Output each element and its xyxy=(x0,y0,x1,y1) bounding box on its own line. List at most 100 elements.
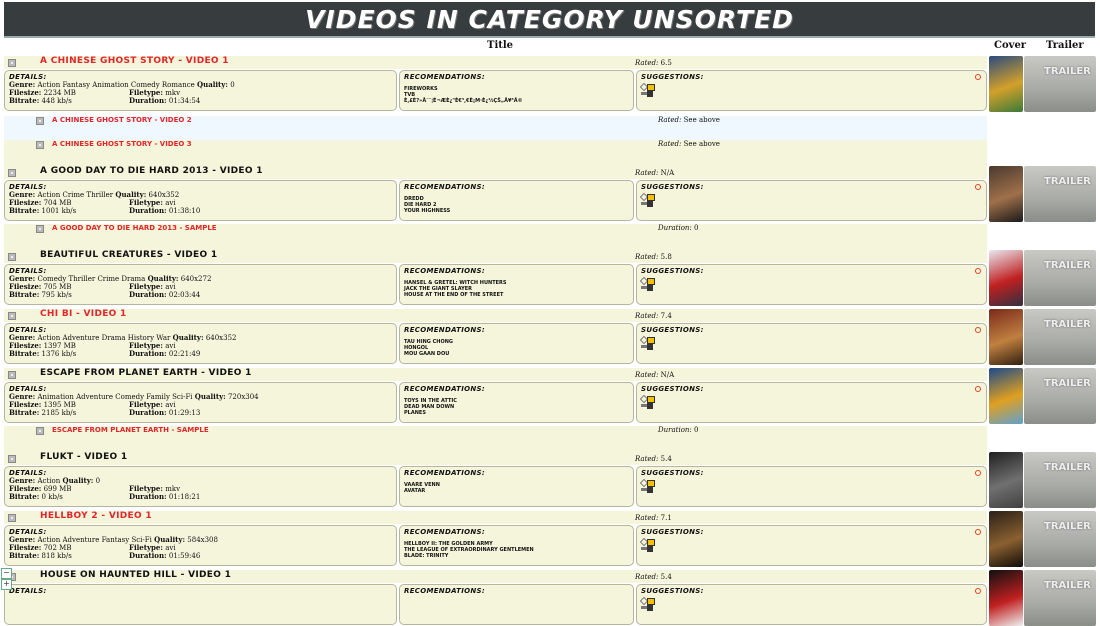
refresh-icon[interactable] xyxy=(975,529,981,535)
cover-image[interactable] xyxy=(989,250,1023,306)
trailer-thumbnail[interactable]: TRAILER xyxy=(1024,166,1096,222)
video-title-link[interactable]: Hellboy 2 - Video 1 xyxy=(40,511,152,521)
video-part-link[interactable]: A Good Day To Die Hard 2013 - Sample xyxy=(52,224,217,232)
filesize-value: 1395 MB xyxy=(43,401,76,409)
refresh-icon[interactable] xyxy=(975,327,981,333)
details-row-genre: Genre: Action Quality: 0 xyxy=(9,477,392,486)
video-title-link[interactable]: Beautiful Creatures - Video 1 xyxy=(40,250,217,260)
refresh-icon[interactable] xyxy=(975,470,981,476)
suggestion-icons[interactable] xyxy=(639,537,655,555)
refresh-icon[interactable] xyxy=(975,386,981,392)
suggestion-icons[interactable] xyxy=(639,335,655,353)
video-title-link[interactable]: House On Haunted Hill - Video 1 xyxy=(40,570,231,580)
suggestions-heading: Suggestions: xyxy=(641,267,704,275)
cover-image[interactable] xyxy=(989,452,1023,508)
recommendation-link[interactable]: Blade: Trinity xyxy=(404,553,629,559)
expand-toggle-icon[interactable] xyxy=(8,514,16,522)
recommendation-link[interactable]: Mou Gaan Dou xyxy=(404,351,629,357)
duration-cell: Duration: 01:18:21 xyxy=(129,493,200,502)
trailer-thumbnail[interactable]: TRAILER xyxy=(1024,570,1096,626)
recommendations-panel: Recomendations: Tau Hing Chong Hongol Mou G… xyxy=(399,323,634,364)
filetype-value: mkv xyxy=(165,485,181,493)
recommendations-panel: Recomendations: Fireworks Tvb è,£è?»å¨¨¦é¬Æ… xyxy=(399,70,634,111)
trailer-thumbnail[interactable]: TRAILER xyxy=(1024,452,1096,508)
video-title-link[interactable]: A Chinese Ghost Story - Video 1 xyxy=(40,56,229,66)
duration-cell: Duration: 02:21:49 xyxy=(129,349,200,359)
duration-label: Duration: xyxy=(129,551,167,560)
expand-toggle-icon[interactable] xyxy=(8,455,16,463)
video-row: Hellboy 2 - Video 1 Rated: 7.1 xyxy=(4,511,987,524)
details-row-bitrate: Bitrate: 1001 kb/s Duration: 01:38:10 xyxy=(9,207,392,216)
bitrate-value: 2185 kb/s xyxy=(41,409,77,417)
suggestion-icons[interactable] xyxy=(639,394,655,412)
details-row-genre: Genre: Comedy Thriller Crime Drama Quali… xyxy=(9,275,392,284)
duration-value: 01:38:10 xyxy=(168,207,201,215)
cover-image[interactable] xyxy=(989,56,1023,112)
suggestion-icons[interactable] xyxy=(639,596,655,614)
trailer-thumbnail[interactable]: TRAILER xyxy=(1024,368,1096,424)
expand-toggle-icon[interactable] xyxy=(8,371,16,379)
suggestion-icons[interactable] xyxy=(639,192,655,210)
recommendation-link[interactable]: House At The End Of The Street xyxy=(404,292,629,298)
video-part-link[interactable]: Escape From Planet Earth - Sample xyxy=(52,426,209,434)
suggestion-icons[interactable] xyxy=(639,276,655,294)
video-rating: Rated: N/A xyxy=(635,169,674,177)
video-part-link[interactable]: A Chinese Ghost Story - Video 3 xyxy=(52,140,192,148)
suggestions-panel: Suggestions: xyxy=(636,525,987,566)
collapse-all-button[interactable]: − xyxy=(1,568,12,579)
video-title-link[interactable]: Escape From Planet Earth - Video 1 xyxy=(40,368,252,378)
details-row-bitrate: Bitrate: 2185 kb/s Duration: 01:29:13 xyxy=(9,409,392,418)
refresh-icon[interactable] xyxy=(975,268,981,274)
refresh-icon[interactable] xyxy=(975,588,981,594)
recommendations-panel: Recomendations: Vaare Venn Avatar xyxy=(399,466,634,507)
filesize-value: 699 MB xyxy=(43,485,72,493)
expand-toggle-icon[interactable] xyxy=(36,141,44,149)
video-row: A Good Day To Die Hard 2013 - Video 1 Rat… xyxy=(4,166,987,179)
trailer-thumbnail[interactable]: TRAILER xyxy=(1024,511,1096,567)
video-title-link[interactable]: Flukt - Video 1 xyxy=(40,452,127,462)
cover-image[interactable] xyxy=(989,511,1023,567)
trailer-thumbnail[interactable]: TRAILER xyxy=(1024,250,1096,306)
expand-toggle-icon[interactable] xyxy=(36,225,44,233)
recommendations-list: Dredd Die Hard 2 Your Highness xyxy=(404,196,629,214)
cover-image[interactable] xyxy=(989,166,1023,222)
expand-toggle-icon[interactable] xyxy=(8,312,16,320)
expand-toggle-icon[interactable] xyxy=(8,59,16,67)
rated-value: N/A xyxy=(660,169,675,177)
expand-toggle-icon[interactable] xyxy=(8,253,16,261)
video-title-link[interactable]: Chi Bi - Video 1 xyxy=(40,309,127,319)
expand-toggle-icon[interactable] xyxy=(8,169,16,177)
expand-toggle-icon[interactable] xyxy=(36,427,44,435)
quality-value: 640x272 xyxy=(180,275,212,283)
trailer-label: TRAILER xyxy=(1044,580,1091,591)
suggestions-panel: Suggestions: xyxy=(636,584,987,625)
expand-toggle-icon[interactable] xyxy=(36,117,44,125)
refresh-icon[interactable] xyxy=(975,74,981,80)
suggestion-icons[interactable] xyxy=(639,478,655,496)
recommendation-link[interactable]: è,£è?»å¨¨¦é¬ÆÈ¿"è€³,€è¡µ·è¿½çš„å¥³ä© xyxy=(404,98,629,104)
suggestion-source-icon xyxy=(647,337,655,344)
recommendation-link[interactable]: Your Highness xyxy=(404,208,629,214)
video-part-link[interactable]: A Chinese Ghost Story - Video 2 xyxy=(52,116,192,124)
trailer-thumbnail[interactable]: TRAILER xyxy=(1024,56,1096,112)
recommendation-link[interactable]: Avatar xyxy=(404,488,629,494)
subrow-status: Duration: 0 xyxy=(658,426,698,434)
suggestion-icons[interactable] xyxy=(639,82,655,100)
expand-all-button[interactable]: + xyxy=(1,579,12,590)
duration-cell: Duration: 01:59:46 xyxy=(129,551,200,561)
details-row-genre: Genre: Action Crime Thriller Quality: 64… xyxy=(9,191,392,200)
refresh-icon[interactable] xyxy=(975,184,981,190)
bitrate-label: Bitrate: xyxy=(9,551,40,560)
video-row: Escape From Planet Earth - Video 1 Rated:… xyxy=(4,368,987,381)
subrow-status: Duration: 0 xyxy=(658,224,698,232)
cover-image[interactable] xyxy=(989,570,1023,626)
video-title-link[interactable]: A Good Day To Die Hard 2013 - Video 1 xyxy=(40,166,263,176)
video-rating: Rated: 6.5 xyxy=(635,59,672,67)
trailer-thumbnail[interactable]: TRAILER xyxy=(1024,309,1096,365)
cover-image[interactable] xyxy=(989,309,1023,365)
duration-label: Duration: xyxy=(129,349,167,358)
bitrate-label: Bitrate: xyxy=(9,96,40,105)
video-rating: Rated: 7.4 xyxy=(635,312,672,320)
cover-image[interactable] xyxy=(989,368,1023,424)
recommendation-link[interactable]: Planes xyxy=(404,410,629,416)
